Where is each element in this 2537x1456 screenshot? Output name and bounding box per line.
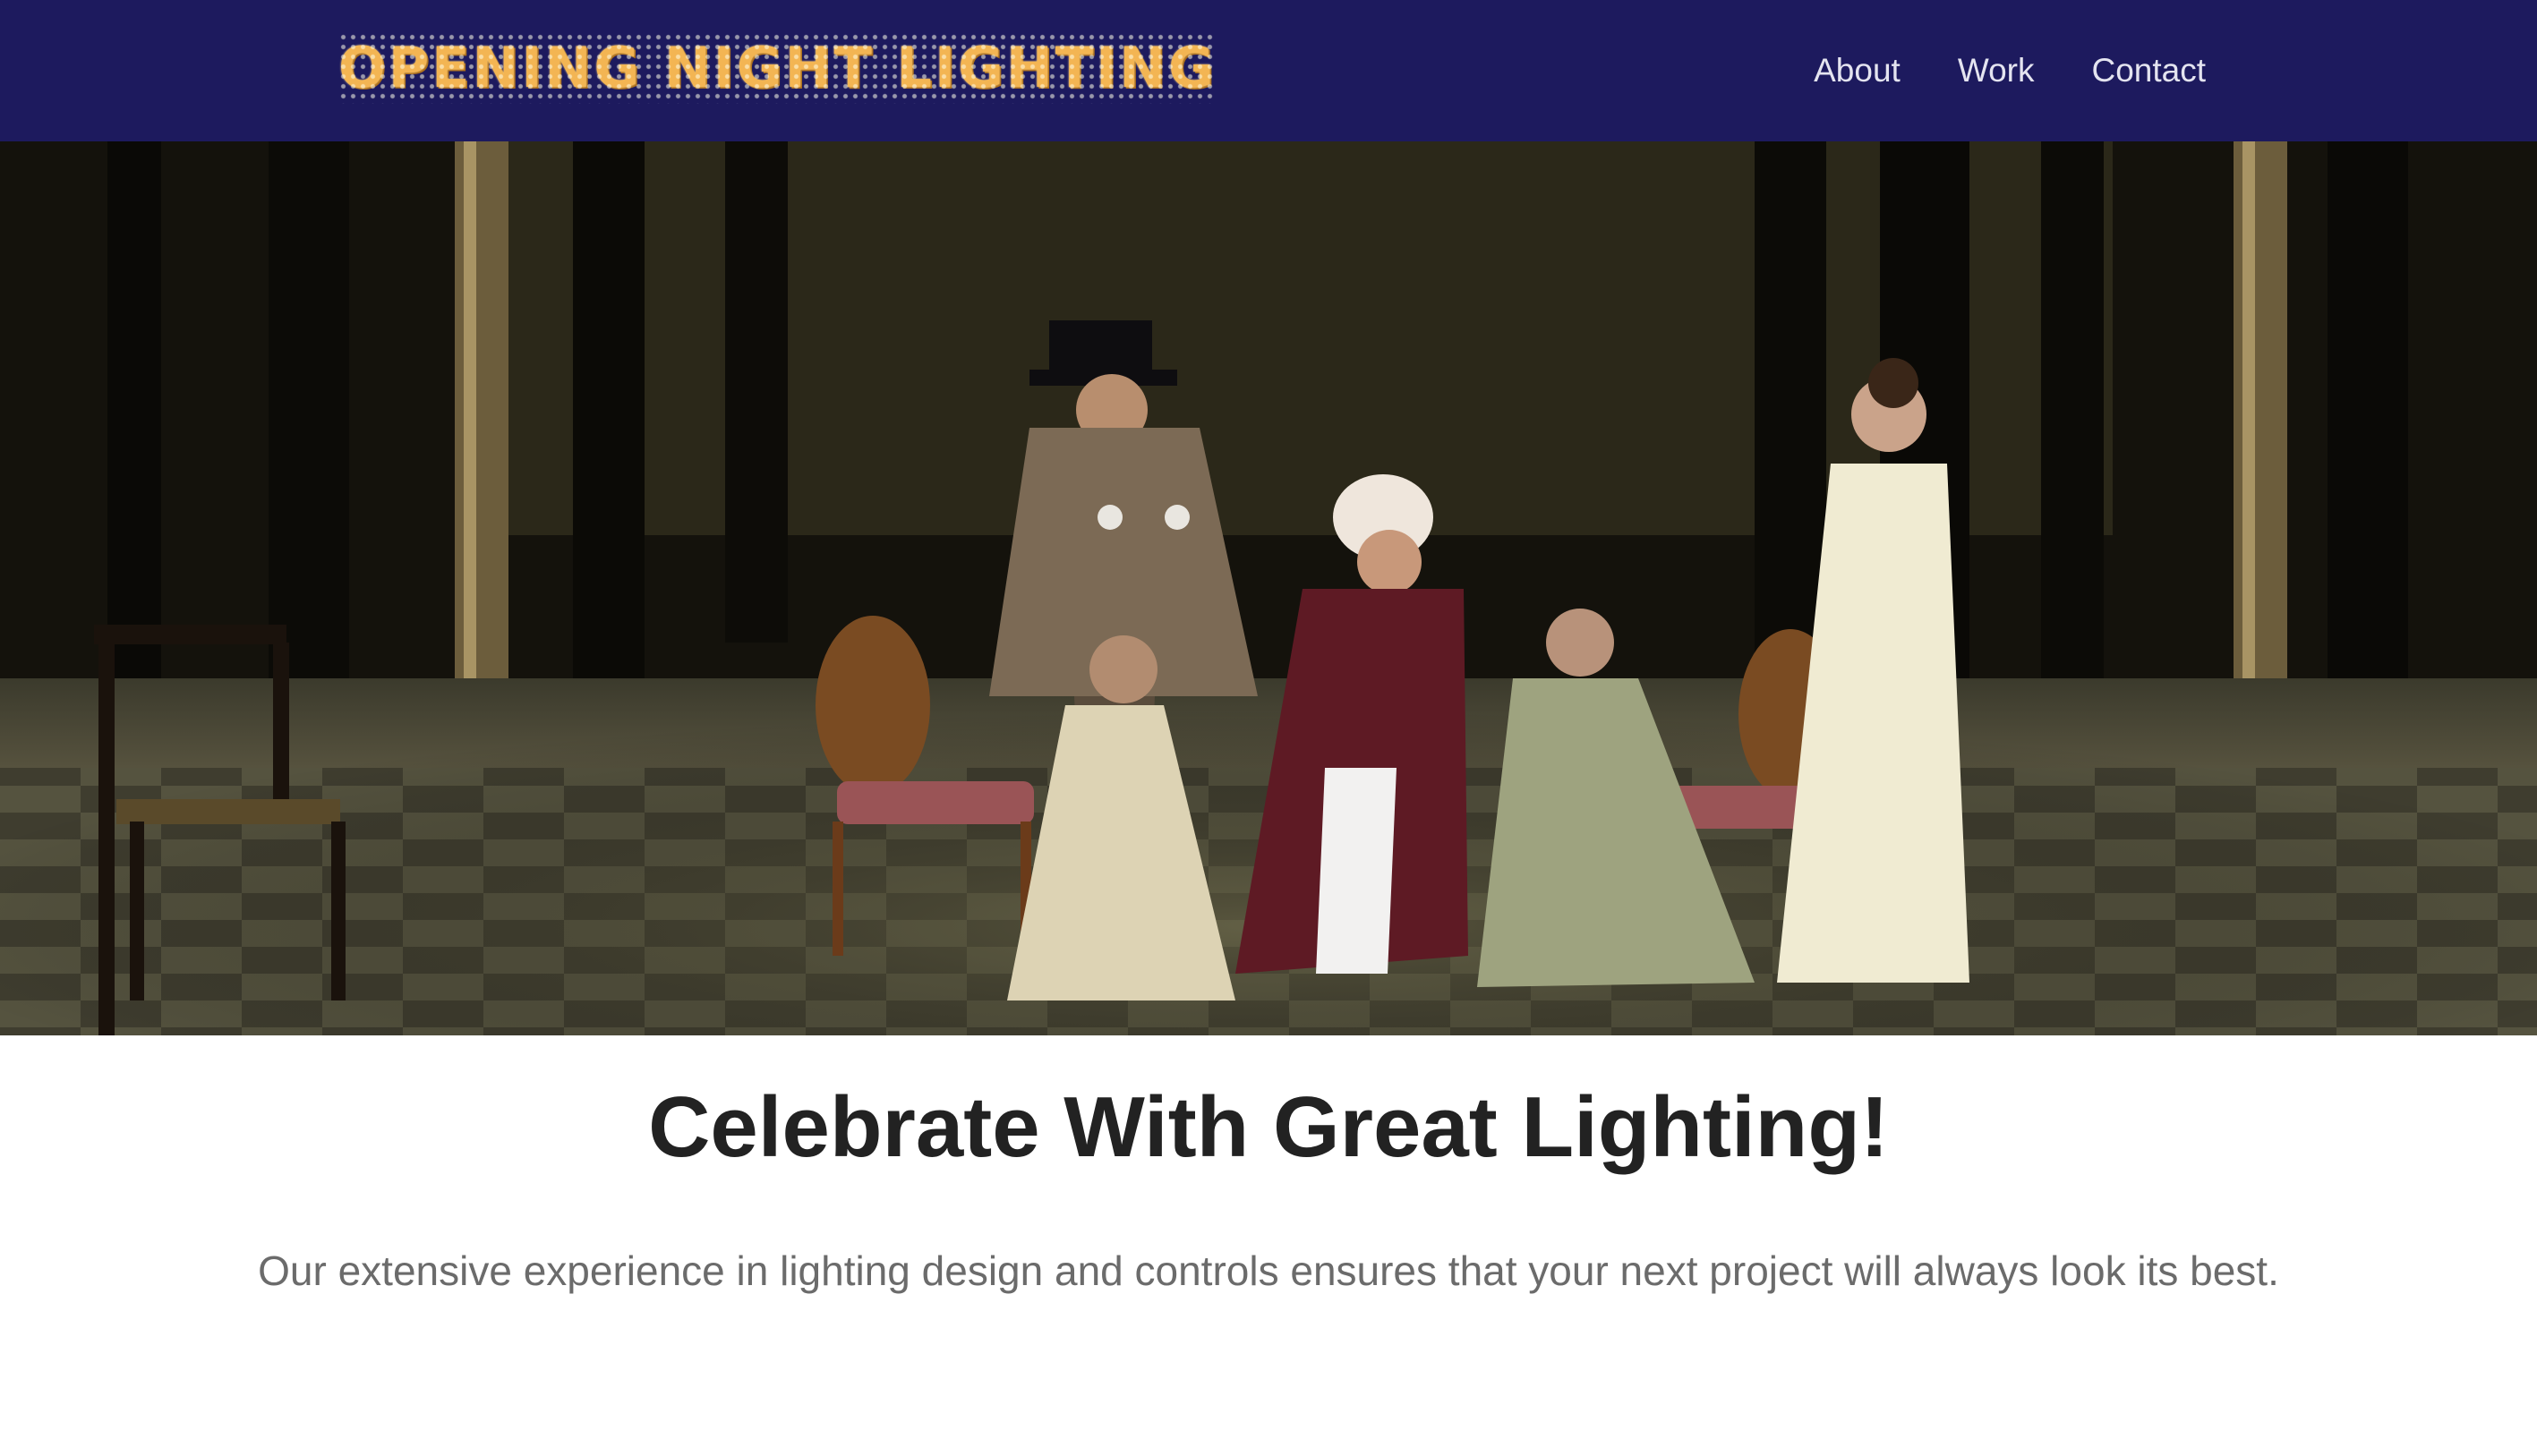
nav-link-work[interactable]: Work	[1958, 45, 2035, 97]
nav-link-about[interactable]: About	[1814, 45, 1901, 97]
site-logo[interactable]: OPENING NIGHT LIGHTING	[338, 32, 1217, 104]
nav-link-contact[interactable]: Contact	[2091, 45, 2206, 97]
hero-image	[0, 141, 2537, 1035]
main-nav: About Work Contact	[1814, 45, 2206, 97]
page-headline: Celebrate With Great Lighting!	[648, 1079, 1889, 1175]
site-header: OPENING NIGHT LIGHTING About Work Contac…	[0, 0, 2537, 141]
intro-text: Our extensive experience in lighting des…	[258, 1247, 2279, 1294]
stage-scene-illustration	[0, 141, 2537, 1035]
